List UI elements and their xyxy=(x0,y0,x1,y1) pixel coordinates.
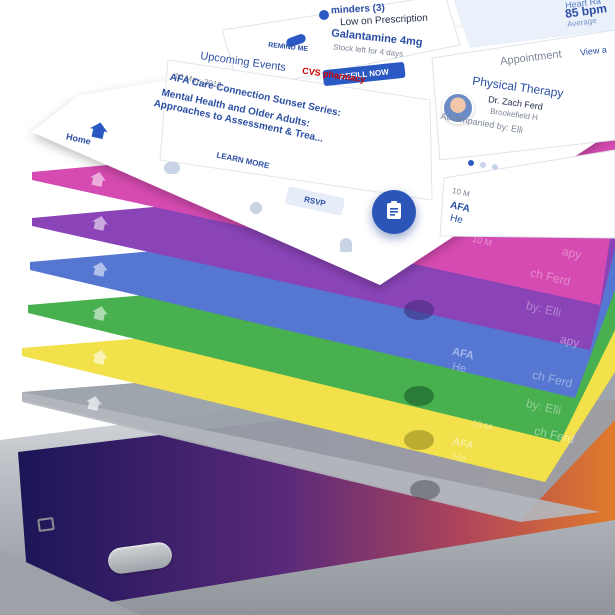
carousel-dot[interactable] xyxy=(492,164,498,170)
home-icon[interactable] xyxy=(89,120,108,140)
profile-icon[interactable] xyxy=(340,238,352,252)
clipboard-icon xyxy=(386,200,402,224)
promo-canvas: Home Home Home Home Home Home apy ch Fer… xyxy=(0,0,615,615)
carousel-dot[interactable] xyxy=(480,162,486,168)
carousel-dot-active[interactable] xyxy=(468,160,474,166)
clipboard-fab-button[interactable] xyxy=(372,190,416,234)
cloud-icon[interactable] xyxy=(164,162,180,174)
network-icon[interactable] xyxy=(250,202,262,214)
alert-icon xyxy=(319,10,329,20)
